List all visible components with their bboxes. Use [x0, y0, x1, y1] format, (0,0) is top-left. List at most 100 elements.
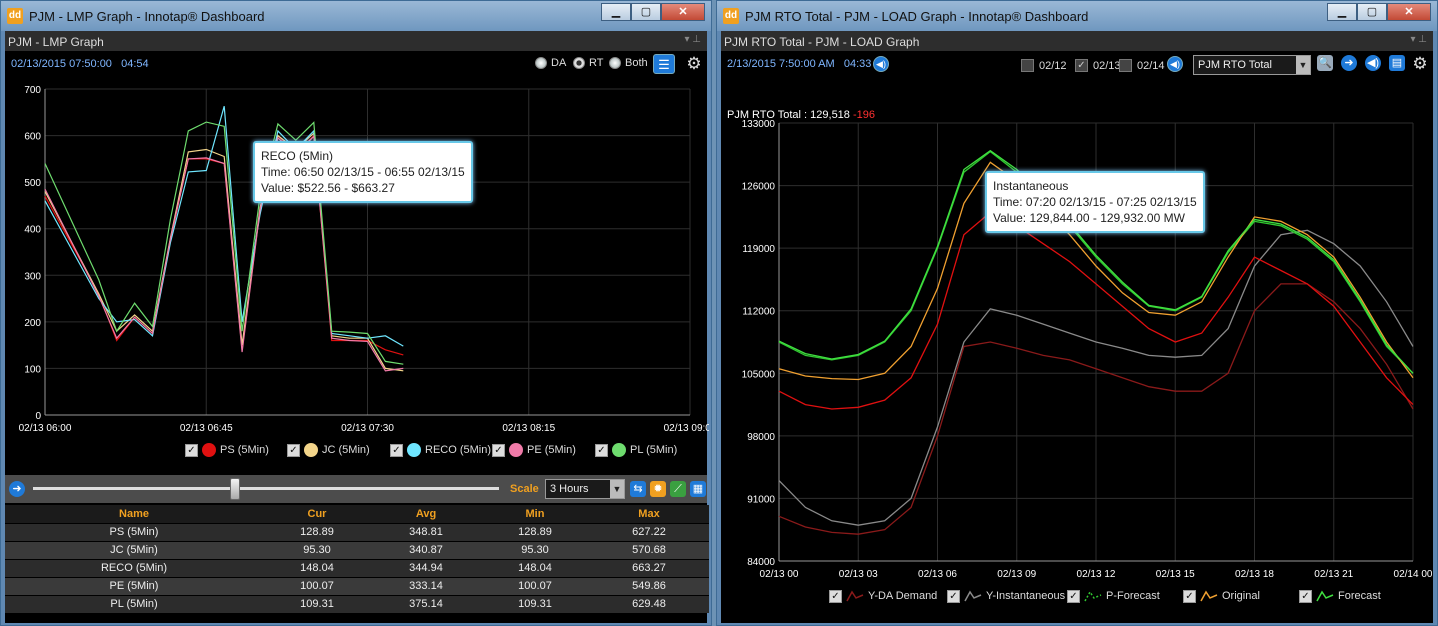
scale-select[interactable]: 3 Hours ▼ [545, 479, 625, 499]
lmp-tooltip: RECO (5Min) Time: 06:50 02/13/15 - 06:55… [253, 141, 473, 203]
load-countdown: 04:33 [843, 58, 872, 70]
load-legend: ✓ Y-DA Demand ✓ Y-Instantaneous ✓ P-Fore… [721, 589, 1433, 611]
save-icon[interactable]: ▤ [1389, 55, 1405, 71]
close-icon[interactable]: ✕ [661, 3, 705, 21]
load-titlebar[interactable]: dd PJM RTO Total - PJM - LOAD Graph - In… [717, 1, 1437, 31]
x-tick-label: 02/13 03 [839, 569, 878, 580]
minimize-icon[interactable]: ▁ [1327, 3, 1357, 21]
radio-da[interactable]: DA [535, 57, 566, 69]
pin-icon[interactable]: ▾ ⊥ [684, 34, 701, 45]
maximize-icon[interactable]: ▢ [631, 3, 661, 21]
zoom-icon[interactable]: 🔍 [1317, 55, 1333, 71]
cell-avg: 344.94 [371, 558, 481, 577]
calculator-icon[interactable]: ▦ [690, 481, 706, 497]
day-toggle-0214[interactable]: 02/14 [1119, 59, 1165, 72]
day-toggle-0212[interactable]: 02/12 [1021, 59, 1067, 72]
speaker-button[interactable]: ◀) [873, 56, 889, 72]
checkbox-pe[interactable]: ✓ [492, 443, 505, 457]
arrow-right-icon[interactable]: ➜ [1341, 55, 1357, 71]
lmp-toolbar: 02/13/2015 07:50:00 04:54 DA RT Both ☰ ⚙ [5, 51, 707, 77]
load-tooltip-title: Instantaneous [993, 179, 1069, 193]
x-tick-label: 02/13 00 [760, 569, 799, 580]
speaker-button-2[interactable]: ◀) [1167, 56, 1183, 72]
lmp-window-controls: ▁ ▢ ✕ [601, 3, 705, 21]
table-row[interactable]: PS (5Min) 128.89 348.81 128.89 627.22 [5, 522, 709, 541]
settings-button[interactable]: ⚙ [683, 54, 705, 74]
checkbox-p-forecast[interactable]: ✓ [1067, 589, 1080, 603]
radio-da-dot[interactable] [535, 57, 547, 69]
cell-cur: 148.04 [263, 558, 371, 577]
checkbox-forecast[interactable]: ✓ [1299, 589, 1312, 603]
legend-item-jc[interactable]: ✓ JC (5Min) [287, 443, 370, 457]
radio-rt[interactable]: RT [573, 57, 603, 69]
legend-item-pl[interactable]: ✓ PL (5Min) [595, 443, 677, 457]
list-view-button[interactable]: ☰ [653, 54, 675, 74]
day-toggle-0213[interactable]: ✓ 02/13 [1075, 59, 1121, 72]
cell-avg: 348.81 [371, 522, 481, 541]
volume-icon[interactable]: ◀) [1365, 55, 1381, 71]
table-row[interactable]: RECO (5Min) 148.04 344.94 148.04 663.27 [5, 558, 709, 577]
refresh-icon[interactable]: ⇆ [630, 481, 646, 497]
legend-item-p-forecast[interactable]: ✓ P-Forecast [1067, 589, 1160, 603]
time-slider-thumb[interactable] [230, 478, 240, 500]
x-tick-label: 02/13 06 [918, 569, 957, 580]
x-tick-label: 02/13 18 [1235, 569, 1274, 580]
table-row[interactable]: PE (5Min) 100.07 333.14 100.07 549.86 [5, 576, 709, 595]
radio-rt-dot[interactable] [573, 57, 585, 69]
cell-max: 570.68 [589, 540, 709, 559]
table-row[interactable]: PL (5Min) 109.31 375.14 109.31 629.48 [5, 594, 709, 613]
col-min[interactable]: Min [481, 505, 589, 523]
lmp-titlebar[interactable]: dd PJM - LMP Graph - Innotap® Dashboard … [1, 1, 711, 31]
radio-both[interactable]: Both [609, 57, 648, 69]
lmp-legend: ✓ PS (5Min) ✓ JC (5Min) ✓ RECO (5Min) ✓ … [5, 443, 707, 465]
minimize-icon[interactable]: ▁ [601, 3, 631, 21]
checkbox-reco[interactable]: ✓ [390, 443, 403, 457]
chevron-down-icon: ▼ [610, 480, 624, 498]
legend-item-ps[interactable]: ✓ PS (5Min) [185, 443, 269, 457]
y-tick-label: 112000 [742, 307, 775, 318]
legend-label-p-forecast: P-Forecast [1106, 590, 1160, 602]
legend-item-original[interactable]: ✓ Original [1183, 589, 1260, 603]
zone-select[interactable]: PJM RTO Total ▼ [1193, 55, 1311, 75]
arrow-right-icon[interactable]: ➜ [9, 481, 25, 497]
legend-item-instantaneous[interactable]: ✓ Y-Instantaneous [947, 589, 1065, 603]
legend-item-reco[interactable]: ✓ RECO (5Min) [390, 443, 491, 457]
cell-min: 109.31 [481, 594, 589, 613]
legend-label-reco: RECO (5Min) [425, 444, 492, 456]
swatch-instantaneous [964, 590, 982, 602]
day-checkbox-0213[interactable]: ✓ [1075, 59, 1088, 72]
legend-item-da-demand[interactable]: ✓ Y-DA Demand [829, 589, 937, 603]
table-row[interactable]: JC (5Min) 95.30 340.87 95.30 570.68 [5, 540, 709, 559]
cell-name: PE (5Min) [5, 576, 263, 595]
checkbox-instantaneous[interactable]: ✓ [947, 589, 960, 603]
day-checkbox-0214[interactable] [1119, 59, 1132, 72]
close-icon[interactable]: ✕ [1387, 3, 1431, 21]
col-cur[interactable]: Cur [263, 505, 371, 523]
lmp-tooltip-title: RECO (5Min) [261, 149, 334, 163]
x-tick-label: 02/13 09 [997, 569, 1036, 580]
time-slider-track[interactable] [33, 487, 499, 490]
legend-label-original: Original [1222, 590, 1260, 602]
radio-both-dot[interactable] [609, 57, 621, 69]
checkbox-ps[interactable]: ✓ [185, 443, 198, 457]
cell-avg: 333.14 [371, 576, 481, 595]
col-max[interactable]: Max [589, 505, 709, 523]
sun-icon[interactable]: ✹ [650, 481, 666, 497]
legend-item-forecast[interactable]: ✓ Forecast [1299, 589, 1381, 603]
day-checkbox-0212[interactable] [1021, 59, 1034, 72]
checkbox-jc[interactable]: ✓ [287, 443, 300, 457]
pin-icon[interactable]: ▾ ⊥ [1410, 34, 1427, 45]
col-avg[interactable]: Avg [371, 505, 481, 523]
lmp-tooltip-time: Time: 06:50 02/13/15 - 06:55 02/13/15 [261, 165, 465, 179]
checkbox-pl[interactable]: ✓ [595, 443, 608, 457]
col-name[interactable]: Name [5, 505, 263, 523]
settings-button[interactable]: ⚙ [1409, 54, 1431, 74]
x-tick-label: 02/13 21 [1314, 569, 1353, 580]
maximize-icon[interactable]: ▢ [1357, 3, 1387, 21]
line-chart-icon[interactable]: ⟋ [670, 481, 686, 497]
y-tick-label: 400 [24, 225, 41, 236]
legend-item-pe[interactable]: ✓ PE (5Min) [492, 443, 576, 457]
y-tick-label: 100 [24, 364, 41, 375]
checkbox-original[interactable]: ✓ [1183, 589, 1196, 603]
checkbox-da-demand[interactable]: ✓ [829, 589, 842, 603]
